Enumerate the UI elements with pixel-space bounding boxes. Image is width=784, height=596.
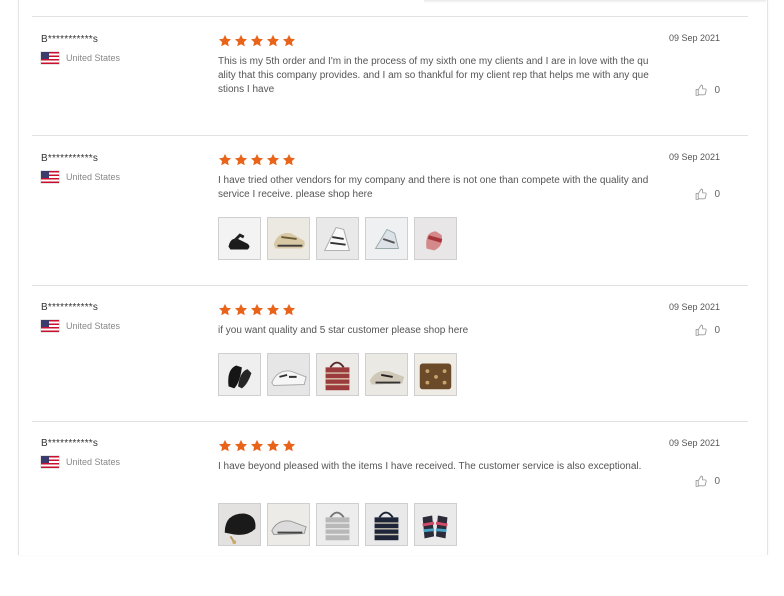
reviewer-name: B***********s <box>41 438 99 449</box>
review-date: 09 Sep 2021 <box>668 33 720 43</box>
star-icon <box>266 303 280 316</box>
us-flag-icon <box>41 456 59 468</box>
gold-sneaker-photo[interactable] <box>267 217 310 260</box>
like-button[interactable]: 0 <box>695 475 720 488</box>
star-icon <box>250 439 264 452</box>
like-button[interactable]: 0 <box>695 324 720 337</box>
us-flag-icon <box>41 320 59 332</box>
star-icon <box>250 34 264 47</box>
black-saddle-bag-photo[interactable] <box>218 503 261 546</box>
star-icon <box>218 439 232 452</box>
review-item: B***********s United States I have beyon… <box>32 421 748 556</box>
star-icon <box>282 34 296 47</box>
grey-tote-bag-photo[interactable] <box>316 503 359 546</box>
review-date: 09 Sep 2021 <box>668 438 720 448</box>
review-date: 09 Sep 2021 <box>668 152 720 162</box>
star-rating <box>218 34 652 49</box>
review-photos <box>218 353 457 396</box>
review-photos <box>218 217 457 260</box>
star-icon <box>250 303 264 316</box>
review-item: B***********s United States This is my 5… <box>32 16 748 135</box>
review-item: B***********s United States if you want … <box>32 285 748 422</box>
like-count: 0 <box>714 189 720 200</box>
silver-sneaker-photo[interactable] <box>267 503 310 546</box>
reviewer-info: B***********s United States <box>41 34 120 64</box>
reviewer-info: B***********s United States <box>41 153 120 183</box>
reviewer-country: United States <box>41 171 120 183</box>
star-icon <box>266 439 280 452</box>
country-label: United States <box>66 53 121 63</box>
review-text: if you want quality and 5 star customer … <box>218 325 469 336</box>
country-label: United States <box>66 172 121 182</box>
pink-slide-photo[interactable] <box>414 217 457 260</box>
review-photos <box>218 503 457 546</box>
monogram-bag-photo[interactable] <box>414 353 457 396</box>
thumbs-up-icon <box>696 84 708 96</box>
like-count: 0 <box>714 325 720 336</box>
navy-tote-bag-photo[interactable] <box>365 503 408 546</box>
black-sneaker-photo[interactable] <box>218 217 261 260</box>
star-icon <box>218 34 232 47</box>
star-icon <box>282 153 296 166</box>
us-flag-icon <box>41 171 59 183</box>
star-rating <box>218 153 652 168</box>
multicolor-sandal-photo[interactable] <box>414 503 457 546</box>
striped-sneaker-photo[interactable] <box>316 217 359 260</box>
thumbs-up-icon <box>696 475 708 487</box>
review-text: This is my 5th order and I'm in the proc… <box>218 56 649 95</box>
star-icon <box>218 303 232 316</box>
star-icon <box>234 303 248 316</box>
star-icon <box>266 34 280 47</box>
like-count: 0 <box>714 85 720 96</box>
reviewer-name: B***********s <box>41 153 99 164</box>
star-icon <box>234 153 248 166</box>
like-count: 0 <box>714 476 720 487</box>
reviewer-country: United States <box>41 52 120 64</box>
country-label: United States <box>66 321 121 331</box>
star-icon <box>250 153 264 166</box>
review-text: I have tried other vendors for my compan… <box>218 175 649 200</box>
star-icon <box>234 34 248 47</box>
black-slide-photo[interactable] <box>218 353 261 396</box>
star-icon <box>218 153 232 166</box>
star-icon <box>266 153 280 166</box>
metallic-sneaker-photo[interactable] <box>365 353 408 396</box>
reviewer-name: B***********s <box>41 34 99 45</box>
star-icon <box>282 439 296 452</box>
silver-sneaker-photo[interactable] <box>365 217 408 260</box>
reviewer-info: B***********s United States <box>41 302 120 332</box>
reviewer-country: United States <box>41 456 120 468</box>
review-date: 09 Sep 2021 <box>668 302 720 312</box>
star-icon <box>282 303 296 316</box>
reviewer-name: B***********s <box>41 302 99 313</box>
star-rating <box>218 439 652 454</box>
like-button[interactable]: 0 <box>695 84 720 97</box>
us-flag-icon <box>41 52 59 64</box>
review-text: I have beyond pleased with the items I h… <box>218 461 642 472</box>
reviewer-country: United States <box>41 320 120 332</box>
star-rating <box>218 303 652 318</box>
like-button[interactable]: 0 <box>695 188 720 201</box>
tab-bar-shadow <box>424 0 766 3</box>
red-tote-bag-photo[interactable] <box>316 353 359 396</box>
review-item: B***********s United States I have tried… <box>32 135 748 286</box>
thumbs-up-icon <box>696 324 708 336</box>
reviewer-info: B***********s United States <box>41 438 120 468</box>
striped-sneaker-photo[interactable] <box>267 353 310 396</box>
thumbs-up-icon <box>696 188 708 200</box>
star-icon <box>234 439 248 452</box>
country-label: United States <box>66 457 121 467</box>
